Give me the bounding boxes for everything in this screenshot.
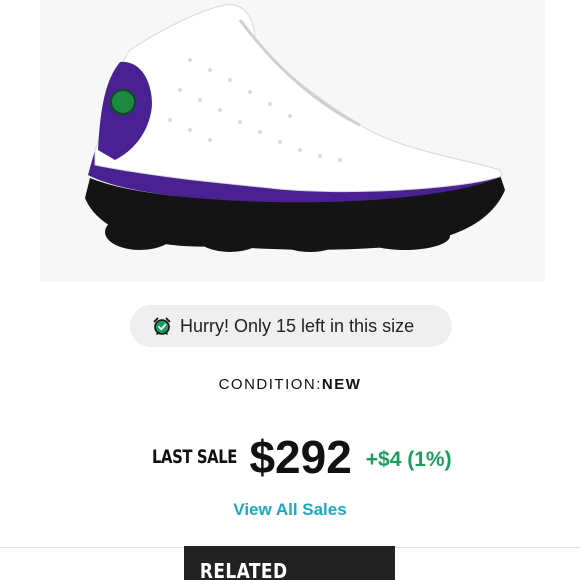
view-all-sales-link[interactable]: View All Sales [0,500,580,520]
condition-value: NEW [321,376,362,393]
stock-alert-text: Hurry! Only 15 left in this size [180,315,415,336]
last-sale-label: LAST SALE [152,446,238,468]
last-sale-change: +$4 (1%) [365,448,452,471]
related-products-tab[interactable]: RELATED PRODUCTS [184,546,395,580]
last-sale-row: LAST SALE $292 +$4 (1%) [0,428,580,486]
stock-alert-banner: Hurry! Only 15 left in this size [130,305,452,347]
alarm-clock-icon [153,317,171,335]
related-products-label: RELATED PRODUCTS [199,559,288,580]
sneaker-illustration [85,4,505,252]
condition-line: CONDITION:NEW [0,376,580,393]
condition-label: CONDITION: [218,376,322,393]
last-sale-price: $292 [249,431,352,483]
product-image [40,0,545,282]
